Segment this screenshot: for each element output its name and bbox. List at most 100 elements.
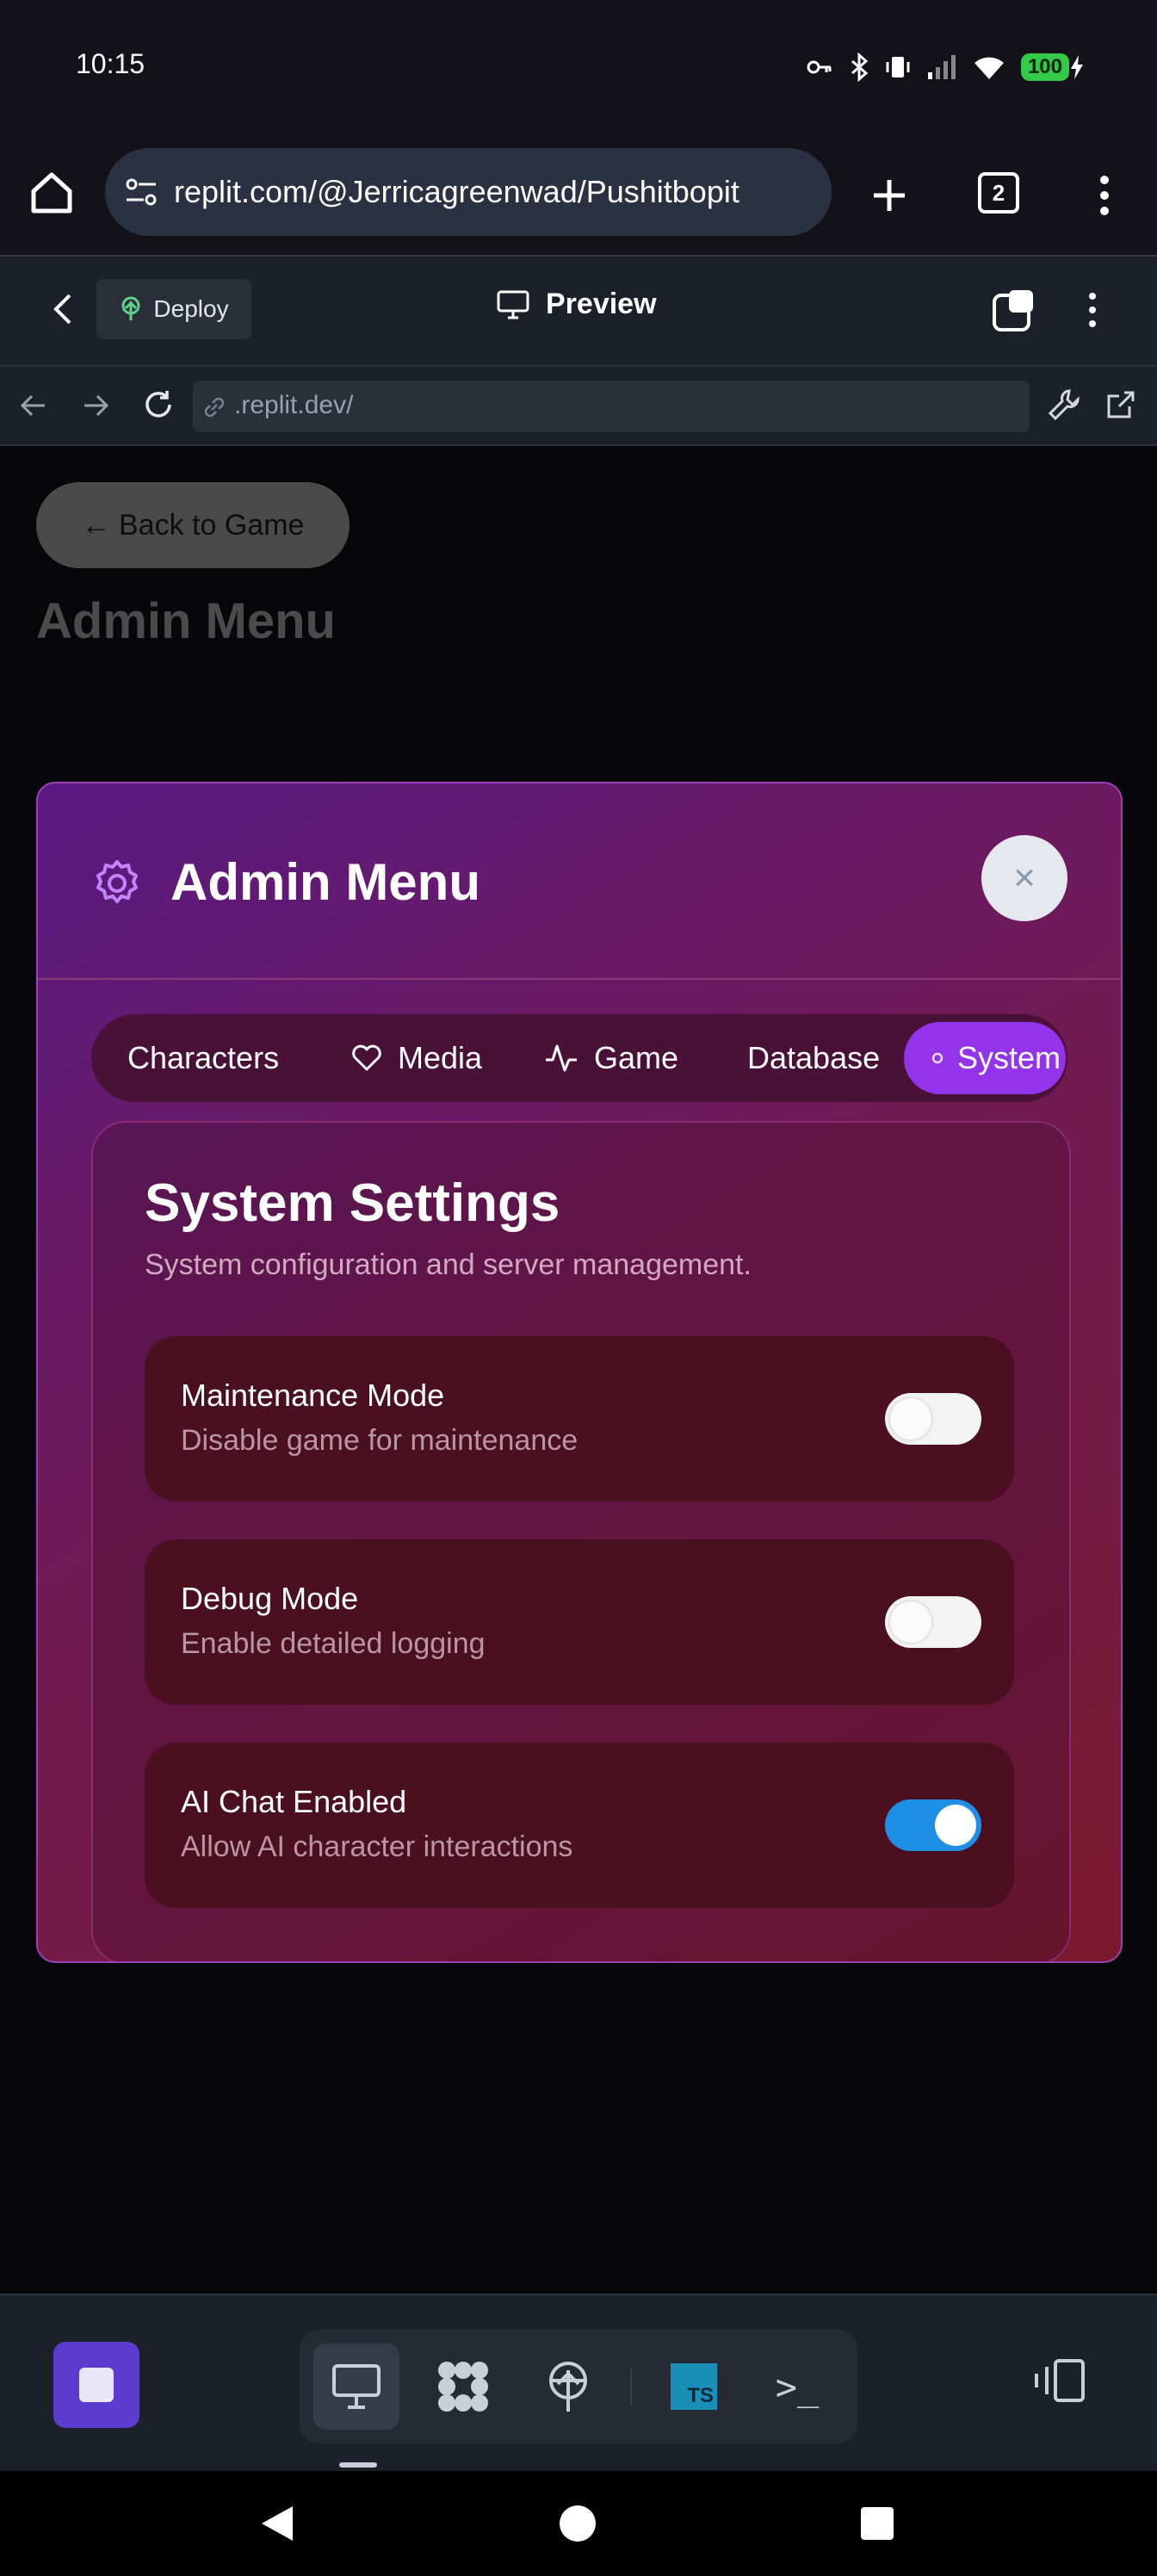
maintenance-mode-toggle[interactable] [885,1393,981,1445]
tab-game[interactable]: Game [544,1014,678,1102]
windows-icon [993,290,1033,331]
admin-modal: Admin Menu × Characters Media Game Datab… [36,782,1123,1963]
monitor-icon [332,2364,381,2409]
home-button[interactable] [24,165,79,220]
preview-title: Preview [496,288,657,321]
tab-label: System [957,1040,1061,1075]
ts-badge-text: TS [687,2384,714,2407]
chevron-left-icon [53,294,71,325]
admin-tabs: Characters Media Game Database System [91,1014,1067,1102]
key-icon [807,60,832,74]
recents-square-icon[interactable] [859,2505,895,2542]
tab-characters[interactable]: Characters [127,1014,279,1102]
url-text: replit.com/@Jerricagreenwad/Pushitbopit [174,174,739,209]
vibrate-icon [886,57,910,77]
close-button[interactable]: × [981,835,1067,921]
browser-toolbar: replit.com/@Jerricagreenwad/Pushitbopit … [0,129,1157,257]
replit-bottom-toolbar: TS >_ [0,2294,1157,2473]
tab-switcher-button[interactable]: 2 [978,172,1019,214]
typescript-icon: TS [671,2363,717,2410]
charging-icon [1071,55,1083,79]
tool-workspace[interactable] [420,2344,506,2430]
android-navigation-bar [0,2471,1157,2576]
address-bar[interactable]: replit.com/@Jerricagreenwad/Pushitbopit [105,148,832,236]
tab-media[interactable]: Media [351,1014,482,1102]
tab-label: Media [398,1040,483,1075]
dot-icon [931,1052,944,1064]
home-circle-icon[interactable] [558,2504,597,2543]
link-icon [204,397,225,418]
ai-chat-toggle[interactable] [885,1799,981,1851]
system-settings-card: System Settings System configuration and… [91,1121,1071,1961]
preview-url-row: .replit.dev/ [0,367,1157,446]
tool-deploy[interactable] [525,2344,611,2430]
arrow-left-icon[interactable] [19,391,48,420]
status-time: 10:15 [76,48,145,79]
preview-url-text: .replit.dev/ [234,391,354,419]
preview-url-field[interactable]: .replit.dev/ [193,381,1030,432]
deploy-label: Deploy [153,295,229,322]
modal-title: Admin Menu [170,853,480,911]
signal-icon [927,55,956,79]
preview-label: Preview [546,288,657,320]
tab-label: Database [747,1040,881,1075]
setting-label: AI Chat Enabled [181,1784,407,1819]
status-icons: 100 [806,50,1085,84]
setting-description: Allow AI character interactions [181,1830,573,1863]
setting-ai-chat-enabled: AI Chat Enabled Allow AI character inter… [145,1743,1014,1908]
deploy-icon [121,296,140,320]
setting-description: Enable detailed logging [181,1627,486,1660]
tool-preview[interactable] [313,2344,399,2430]
monitor-icon [497,290,529,319]
status-bar: 10:15 100 [0,0,1157,129]
home-icon [31,172,72,214]
tool-console[interactable]: >_ [754,2344,840,2430]
panel-layout-button[interactable] [1031,2352,1088,2409]
plus-icon [874,180,905,211]
debug-mode-toggle[interactable] [885,1596,981,1648]
gear-icon [96,860,138,903]
back-triangle-icon[interactable] [258,2504,296,2543]
setting-maintenance-mode: Maintenance Mode Disable game for mainte… [145,1336,1014,1502]
battery-level: 100 [1020,53,1069,81]
replit-header: Deploy Preview [0,257,1157,367]
page-heading: Admin Menu [36,593,336,649]
grid-blob-icon [438,2362,488,2412]
stop-icon [79,2368,114,2402]
bluetooth-icon [851,53,869,82]
site-settings-icon[interactable] [124,176,158,210]
back-nav-button[interactable] [43,288,83,331]
setting-label: Debug Mode [181,1581,359,1616]
back-to-game-button[interactable]: ← Back to Game [36,482,350,568]
activity-icon [546,1044,577,1072]
battery-indicator: 100 [1020,53,1085,81]
deploy-icon [549,2362,587,2412]
tab-system[interactable]: System [904,1022,1066,1094]
panel-icon [1035,2359,1085,2402]
modal-header: Admin Menu × [38,783,1121,980]
tab-label: Characters [127,1040,280,1075]
new-tab-button[interactable] [861,167,918,224]
stop-button[interactable] [53,2342,139,2428]
section-description: System configuration and server manageme… [145,1248,752,1281]
deploy-button[interactable]: Deploy [96,279,251,339]
section-title: System Settings [145,1173,560,1233]
tab-database[interactable]: Database [747,1014,880,1102]
active-tool-indicator [339,2462,377,2468]
external-link-icon[interactable] [1104,387,1138,422]
setting-debug-mode: Debug Mode Enable detailed logging [145,1539,1014,1705]
wrench-icon[interactable] [1047,387,1081,422]
arrow-right-icon[interactable] [81,391,110,420]
replit-menu-button[interactable] [1080,286,1105,334]
toggle-knob [890,1398,931,1440]
wifi-icon [974,57,1004,79]
toggle-knob [890,1601,931,1643]
tool-typescript-file[interactable]: TS [651,2344,737,2430]
browser-menu-button[interactable] [1083,167,1126,224]
heart-icon [352,1044,381,1071]
tool-group: TS >_ [300,2330,857,2443]
setting-label: Maintenance Mode [181,1378,445,1413]
more-vertical-icon [1089,293,1096,327]
refresh-icon[interactable] [141,387,176,422]
pane-toggle-button[interactable] [990,286,1038,334]
